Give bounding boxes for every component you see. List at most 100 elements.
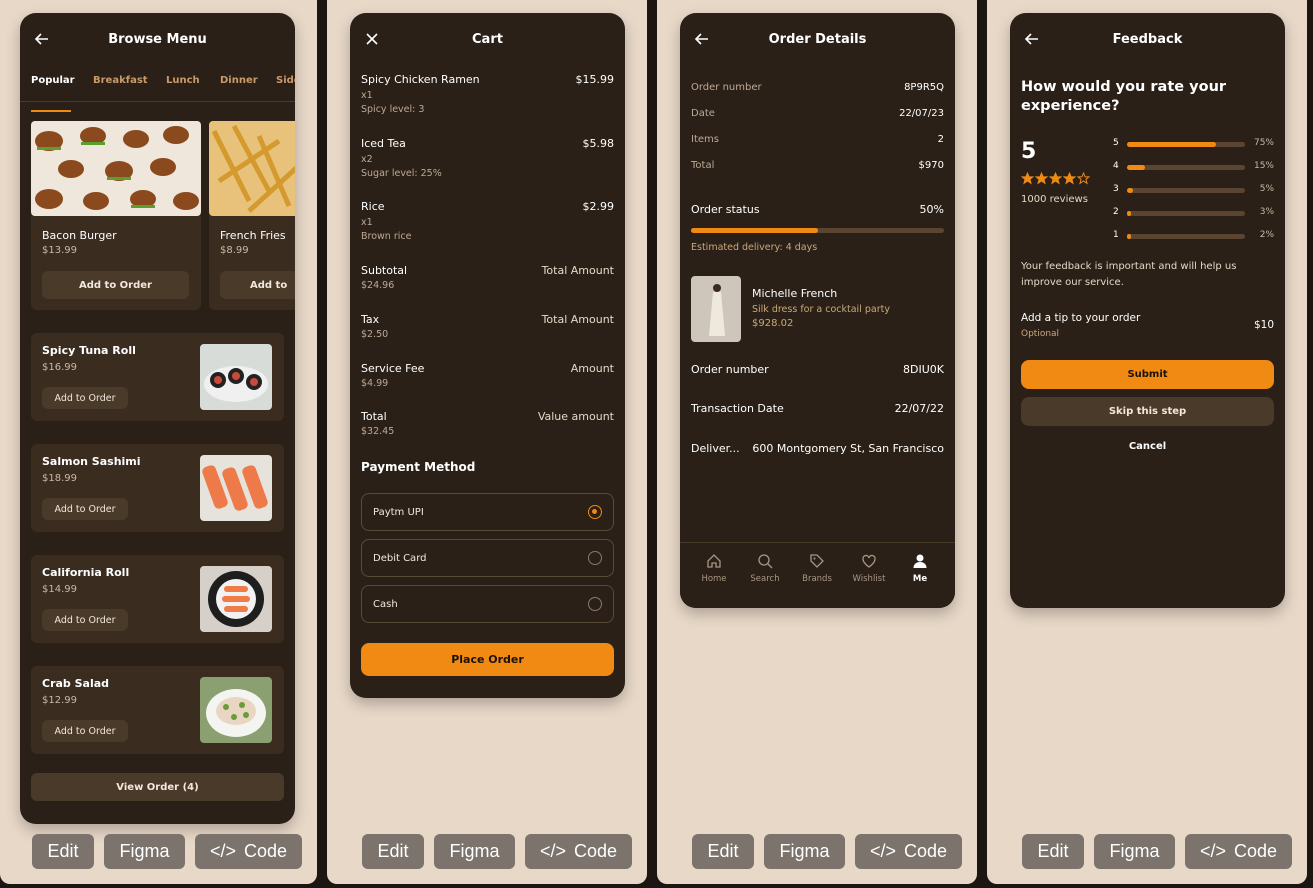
code-button[interactable]: </> Code: [525, 834, 632, 869]
featured-card-burger[interactable]: Bacon Burger $13.99 Add to Order: [31, 121, 201, 310]
detail-value: 600 Montgomery St, San Francisco: [752, 442, 944, 455]
tag-icon: [810, 554, 824, 568]
heart-icon: [862, 554, 876, 568]
breakdown-bar-fill: [1127, 142, 1216, 147]
figma-button[interactable]: Figma: [1094, 834, 1175, 869]
tab-dinner[interactable]: Dinner: [220, 75, 258, 86]
radio-icon[interactable]: [588, 551, 602, 565]
breakdown-bar-fill: [1127, 188, 1133, 193]
item-qty: x1: [361, 90, 373, 101]
summary-row: Date 22/07/23: [691, 108, 944, 119]
edit-button[interactable]: Edit: [32, 834, 94, 869]
nav-me[interactable]: Me: [895, 553, 945, 584]
detail-row: Order number 8DIU0K: [691, 363, 944, 376]
edit-button[interactable]: Edit: [362, 834, 424, 869]
list-item[interactable]: Crab Salad $12.99 Add to Order: [31, 666, 284, 754]
rating-question: How would you rate your experience?: [1021, 79, 1227, 114]
item-price: $2.99: [582, 200, 615, 213]
code-button[interactable]: </> Code: [195, 834, 302, 869]
total-row: Tax $2.50 Total Amount: [361, 313, 614, 340]
nav-home[interactable]: Home: [689, 553, 739, 584]
code-button[interactable]: </> Code: [855, 834, 962, 869]
header: Browse Menu: [20, 13, 295, 69]
list-item[interactable]: Spicy Tuna Roll $16.99 Add to Order: [31, 333, 284, 421]
item-qty: x1: [361, 217, 373, 228]
tab-breakfast[interactable]: Breakfast: [93, 75, 148, 86]
product-price: $928.02: [752, 318, 794, 329]
figma-button[interactable]: Figma: [104, 834, 185, 869]
add-to-order-button[interactable]: Add to Order: [42, 609, 128, 631]
view-order-button[interactable]: View Order (4): [31, 773, 284, 801]
status-progress-bar: [691, 228, 944, 233]
star-filled-icon[interactable]: [1049, 172, 1062, 185]
total-value: $24.96: [361, 280, 395, 291]
list-item[interactable]: Salmon Sashimi $18.99 Add to Order: [31, 444, 284, 532]
user-icon: [913, 554, 927, 568]
breakdown-bar-fill: [1127, 211, 1131, 216]
breakdown-star-label: 2: [1113, 207, 1119, 217]
code-label: Code: [1234, 841, 1278, 861]
featured-card-fries[interactable]: French Fries $8.99 Add to: [209, 121, 295, 310]
breakdown-bar: [1127, 165, 1245, 170]
add-to-order-button[interactable]: Add to Order: [42, 498, 128, 520]
skip-button[interactable]: Skip this step: [1021, 397, 1274, 426]
feedback-screen: Feedback How would you rate your experie…: [1010, 13, 1285, 608]
tab-popular[interactable]: Popular: [31, 75, 75, 86]
star-filled-icon[interactable]: [1063, 172, 1076, 185]
add-to-order-button[interactable]: Add to Order: [42, 271, 189, 299]
cancel-button[interactable]: Cancel: [1010, 441, 1285, 452]
browse-screen: Browse Menu Popular Breakfast Lunch Dinn…: [20, 13, 295, 824]
nav-brands[interactable]: Brands: [792, 553, 842, 584]
add-to-order-button[interactable]: Add to Order: [42, 387, 128, 409]
payment-option-paytm[interactable]: Paytm UPI: [361, 493, 614, 531]
star-filled-icon[interactable]: [1021, 172, 1034, 185]
radio-selected-icon[interactable]: [588, 505, 602, 519]
total-row: Total $32.45 Value amount: [361, 410, 614, 437]
code-button[interactable]: </> Code: [1185, 834, 1292, 869]
summary-row: Items 2: [691, 134, 944, 145]
tab-side[interactable]: Side: [276, 75, 295, 86]
tab-lunch[interactable]: Lunch: [166, 75, 200, 86]
breakdown-pct: 15%: [1253, 161, 1274, 171]
payment-option-cash[interactable]: Cash: [361, 585, 614, 623]
total-right: Amount: [570, 362, 614, 375]
panel-order: Order Details Order number 8P9R5Q Date 22/…: [657, 0, 977, 884]
list-item[interactable]: California Roll $14.99 Add to Order: [31, 555, 284, 643]
tip-value[interactable]: $10: [1254, 319, 1274, 331]
item-name: French Fries: [220, 229, 286, 242]
breakdown-bar: [1127, 211, 1245, 216]
star-empty-icon[interactable]: [1077, 172, 1090, 185]
payment-option-debit[interactable]: Debit Card: [361, 539, 614, 577]
detail-row: Deliver... 600 Montgomery St, San Francis…: [691, 442, 944, 455]
breakdown-star-label: 1: [1113, 230, 1119, 240]
panel-actions: Edit Figma </> Code: [32, 834, 302, 869]
summary-label: Date: [691, 108, 715, 119]
summary-label: Total: [691, 160, 715, 171]
item-price: $15.99: [575, 73, 615, 86]
panel-browse: Browse Menu Popular Breakfast Lunch Dinn…: [0, 0, 317, 884]
total-row: Service Fee $4.99 Amount: [361, 362, 614, 389]
nav-wishlist[interactable]: Wishlist: [844, 553, 894, 584]
header: Cart: [350, 13, 625, 69]
status-value: 50%: [919, 203, 944, 216]
nav-search[interactable]: Search: [740, 553, 790, 584]
item-name: California Roll: [42, 566, 130, 579]
star-rating[interactable]: [1021, 172, 1090, 185]
add-to-order-button[interactable]: Add to Order: [42, 720, 128, 742]
submit-button[interactable]: Submit: [1021, 360, 1274, 389]
total-label: Tax: [361, 313, 380, 326]
edit-button[interactable]: Edit: [692, 834, 754, 869]
total-right: Total Amount: [541, 313, 614, 326]
nav-label: Home: [701, 574, 727, 584]
item-price: $13.99: [42, 245, 77, 256]
breakdown-bar-fill: [1127, 165, 1145, 170]
place-order-button[interactable]: Place Order: [361, 643, 614, 676]
code-icon: </>: [539, 841, 566, 861]
detail-label: Transaction Date: [691, 402, 784, 415]
edit-button[interactable]: Edit: [1022, 834, 1084, 869]
star-filled-icon[interactable]: [1035, 172, 1048, 185]
radio-icon[interactable]: [588, 597, 602, 611]
add-to-order-button[interactable]: Add to: [220, 271, 295, 299]
figma-button[interactable]: Figma: [434, 834, 515, 869]
figma-button[interactable]: Figma: [764, 834, 845, 869]
